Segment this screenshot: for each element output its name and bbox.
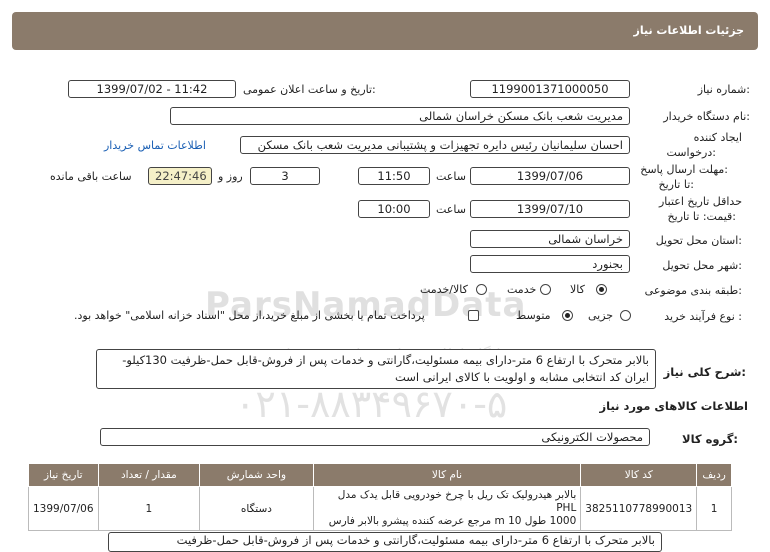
creator-label-1: ایجاد کننده: [693, 131, 742, 144]
province-label: استان محل تحویل:: [655, 234, 742, 247]
remaining-label: ساعت باقی مانده: [50, 170, 132, 183]
bottom-description-box: بالابر متحرک با ارتفاع 6 متر-دارای بیمه …: [108, 532, 662, 552]
col-qty: مقدار / تعداد: [97, 463, 201, 487]
cell-unit: دستگاه: [199, 486, 314, 531]
announce-field: 1399/07/02 - 11:42: [68, 80, 236, 98]
cell-name-line1: بالابر هیدرولیک تک ریل با چرخ خودرویی قا…: [337, 489, 577, 514]
deadline-time-label: ساعت: [436, 170, 466, 183]
col-name: نام کالا: [312, 463, 582, 487]
col-date: تاریخ نیاز: [28, 463, 99, 487]
goods-table-header: ردیف کد کالا نام کالا واحد شمارش مقدار /…: [28, 463, 732, 487]
col-row: ردیف: [696, 463, 732, 487]
category-radio-service[interactable]: [540, 284, 551, 295]
page-title: جزئیات اطلاعات نیاز: [633, 24, 745, 37]
process-radio-medium[interactable]: [562, 310, 573, 321]
col-code: کد کالا: [580, 463, 698, 487]
need-number-label: شماره نیاز:: [697, 83, 750, 96]
process-option-medium: متوسط: [516, 309, 551, 322]
deadline-date-field: 1399/07/06: [470, 167, 630, 185]
buyer-field: مدیریت شعب بانک مسکن خراسان شمالی: [170, 107, 630, 125]
validity-time-field: 10:00: [358, 200, 430, 218]
page-header: جزئیات اطلاعات نیاز: [12, 12, 758, 50]
goods-group-label: گروه کالا:: [682, 432, 738, 446]
goods-section-title: اطلاعات کالاهای مورد نیاز: [599, 399, 748, 413]
city-field: بجنورد: [470, 255, 630, 273]
cell-date: 1399/07/06: [28, 486, 99, 531]
city-label: شهر محل تحویل:: [662, 259, 742, 272]
buyer-contact-link[interactable]: اطلاعات تماس خریدار: [104, 139, 206, 152]
process-label: نوع فرآیند خرید :: [664, 310, 742, 323]
cell-name: بالابر هیدرولیک تک ریل با چرخ خودرویی قا…: [312, 486, 582, 531]
province-field: خراسان شمالی: [470, 230, 630, 248]
cell-row: 1: [696, 486, 732, 531]
cell-name-line2: 1000 طول 10 m مرجع عرضه کننده پیشرو بالا…: [328, 515, 577, 527]
category-option-goods-service: کالا/خدمت: [420, 283, 468, 296]
need-number-field: 1199001371000050: [470, 80, 630, 98]
cell-code: 3825110778990013: [580, 486, 698, 531]
description-label: شرح کلی نیاز:: [663, 365, 746, 379]
category-radio-goods-service[interactable]: [476, 284, 487, 295]
deadline-label-2: تا تاریخ:: [658, 178, 694, 191]
category-label: طبقه بندی موضوعی:: [644, 284, 742, 297]
validity-date-field: 1399/07/10: [470, 200, 630, 218]
table-row[interactable]: 1 3825110778990013 بالابر هیدرولیک تک ری…: [28, 486, 732, 531]
process-option-minor: جزیی: [588, 309, 614, 322]
process-radio-minor[interactable]: [620, 310, 631, 321]
deadline-label-1: مهلت ارسال پاسخ:: [640, 163, 728, 176]
description-text: بالابر متحرک با ارتفاع 6 متر-دارای بیمه …: [96, 349, 656, 389]
creator-label-2: درخواست:: [666, 146, 717, 159]
category-radio-goods[interactable]: [596, 284, 607, 295]
validity-label-2: قیمت: تا تاریخ:: [667, 210, 736, 223]
creator-field: احسان سلیمانیان رئیس دایره تجهیزات و پشت…: [240, 136, 630, 154]
remaining-time-field: 22:47:46: [148, 167, 212, 185]
payment-note: پرداخت تمام یا بخشی از مبلغ خرید،از محل …: [74, 309, 425, 322]
cell-qty: 1: [97, 486, 201, 531]
validity-time-label: ساعت: [436, 203, 466, 216]
buyer-label: نام دستگاه خریدار:: [663, 110, 750, 123]
goods-table: ردیف کد کالا نام کالا واحد شمارش مقدار /…: [28, 463, 732, 531]
deadline-time-field: 11:50: [358, 167, 430, 185]
announce-label: تاریخ و ساعت اعلان عمومی:: [243, 83, 376, 96]
validity-label-1: حداقل تاریخ اعتبار: [658, 195, 742, 208]
col-unit: واحد شمارش: [199, 463, 314, 487]
days-field: 3: [250, 167, 320, 185]
goods-group-field: محصولات الکترونیکی: [100, 428, 650, 446]
category-option-service: خدمت: [507, 283, 537, 296]
treasury-payment-checkbox[interactable]: [468, 310, 479, 321]
days-label: روز و: [218, 170, 243, 183]
category-option-goods: کالا: [570, 283, 585, 296]
